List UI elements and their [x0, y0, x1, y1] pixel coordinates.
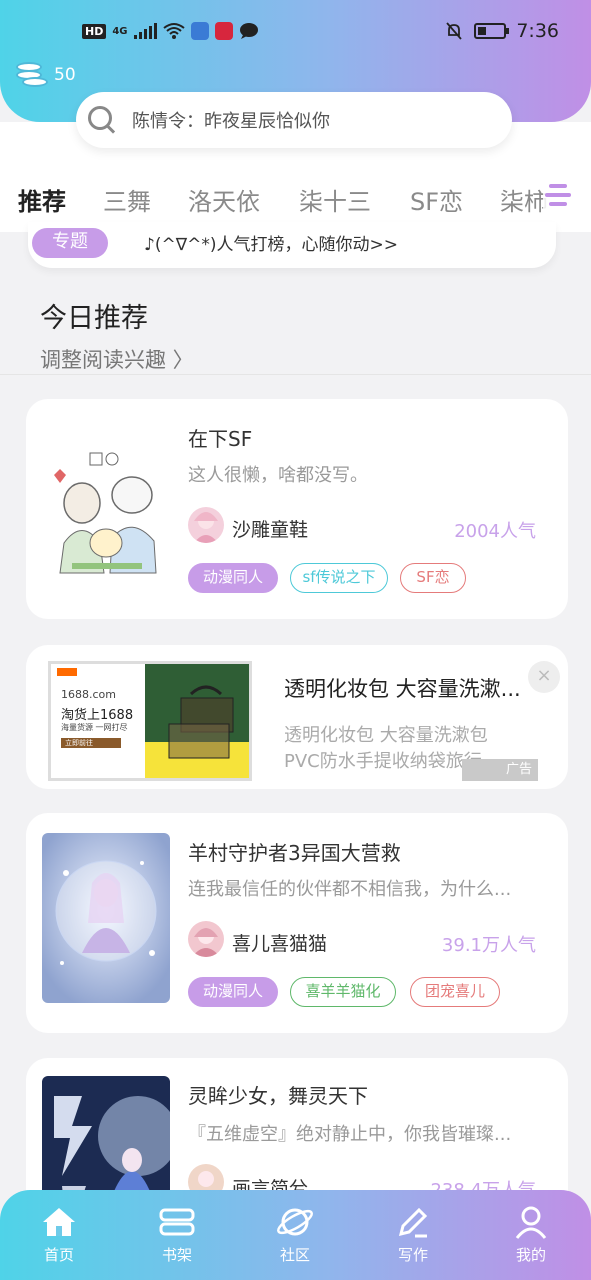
category-tabs: 推荐 三舞 洛天依 柒十三 SF恋 柒柿 [0, 170, 591, 230]
tag[interactable]: 动漫同人 [188, 977, 278, 1007]
popularity: 2004人气 [454, 521, 536, 542]
topic-badge: 专题 [32, 228, 108, 258]
ad-image-button: 立即前往 [61, 738, 121, 748]
ad-image: 1688.com 淘货上1688 海量货源 一网打尽 立即前往 [48, 661, 252, 781]
pen-icon [398, 1207, 428, 1238]
music-app-icon [190, 22, 209, 40]
search-bar[interactable]: 陈情令：昨夜星辰恰似你 [76, 92, 512, 148]
book-description: 连我最信任的伙伴都不相信我，为什么... [188, 879, 512, 900]
tab-sanwu[interactable]: 三舞 [103, 182, 151, 217]
tab-qishisan[interactable]: 柒十三 [299, 182, 371, 217]
divider [0, 374, 591, 375]
mute-bell-icon [446, 22, 463, 40]
signal-icon [133, 23, 157, 39]
nav-label: 首页 [43, 1246, 74, 1264]
tag[interactable]: 喜羊羊猫化 [290, 977, 396, 1007]
book-cover [42, 833, 170, 1003]
planet-icon [277, 1208, 313, 1236]
user-icon [515, 1206, 547, 1239]
section-title: 今日推荐 [40, 303, 148, 334]
nav-label: 社区 [279, 1246, 310, 1264]
ad-badge: 广告 [462, 759, 538, 781]
ad-image-subline: 海量货源 一网打尽 [61, 723, 128, 732]
tab-qishi[interactable]: 柒柿 [500, 182, 548, 217]
coin-balance[interactable]: 50 [14, 60, 76, 90]
book-title: 在下SF [188, 427, 253, 451]
author-name: 喜儿喜猫猫 [232, 933, 328, 955]
nav-profile[interactable]: 我的 [491, 1202, 571, 1265]
tag[interactable]: sf传说之下 [290, 563, 388, 593]
bottom-navigation: 首页 书架 社区 写作 我的 [0, 1190, 591, 1280]
nav-bookshelf[interactable]: 书架 [137, 1202, 217, 1265]
search-input[interactable]: 陈情令：昨夜星辰恰似你 [132, 107, 330, 133]
ad-card[interactable]: 1688.com 淘货上1688 海量货源 一网打尽 立即前往 透明化妆包 大容… [26, 645, 568, 789]
tab-sf-love[interactable]: SF恋 [410, 182, 463, 217]
tag[interactable]: SF恋 [400, 563, 466, 593]
nav-write[interactable]: 写作 [373, 1202, 453, 1265]
wifi-icon [162, 23, 185, 39]
tag[interactable]: 团宠喜儿 [410, 977, 500, 1007]
bookshelf-icon [159, 1208, 195, 1236]
book-description: 这人很懒，啥都没写。 [188, 465, 368, 486]
author-name: 沙雕童鞋 [232, 519, 309, 541]
status-bar: HD 4G 7:36 [0, 14, 591, 54]
menu-icon[interactable] [543, 180, 573, 210]
avatar [188, 921, 224, 957]
book-description: 『五维虚空』绝对静止中，你我皆璀璨... [188, 1124, 512, 1145]
book-card[interactable]: 在下SF 这人很懒，啥都没写。 沙雕童鞋 2004人气 动漫同人 sf传说之下 … [26, 399, 568, 619]
topic-text: ♪(^∇^*)人气打榜，心随你动>> [144, 235, 398, 255]
ad-title: 透明化妆包 大容量洗漱... [284, 677, 521, 701]
coins-icon [14, 60, 48, 90]
tab-luotianyi[interactable]: 洛天依 [188, 182, 260, 217]
popularity: 39.1万人气 [441, 935, 536, 956]
ad-image-domain: 1688.com [61, 688, 116, 701]
search-icon [86, 104, 118, 136]
ad-description-line1: 透明化妆包 大容量洗漱包 [284, 725, 488, 746]
tag[interactable]: 动漫同人 [188, 563, 278, 593]
nav-home[interactable]: 首页 [19, 1202, 99, 1265]
tab-recommend[interactable]: 推荐 [18, 182, 66, 217]
book-title: 灵眸少女，舞灵天下 [188, 1084, 368, 1108]
avatar [188, 507, 224, 543]
coin-count: 50 [54, 65, 76, 85]
app-notification-icon [214, 22, 233, 40]
message-icon [239, 23, 258, 39]
adjust-interest-link[interactable]: 调整阅读兴趣 〉 [40, 344, 194, 374]
nav-community[interactable]: 社区 [255, 1202, 335, 1265]
book-card[interactable]: 羊村守护者3异国大营救 连我最信任的伙伴都不相信我，为什么... 喜儿喜猫猫 3… [26, 813, 568, 1033]
book-title: 羊村守护者3异国大营救 [188, 841, 401, 865]
home-icon [43, 1208, 75, 1236]
network-label: 4G [112, 25, 128, 37]
battery-icon [474, 23, 510, 39]
clock: 7:36 [516, 20, 559, 42]
nav-label: 书架 [161, 1246, 192, 1264]
hd-indicator: HD [82, 23, 107, 39]
ad-image-headline: 淘货上1688 [61, 708, 134, 723]
nav-label: 我的 [515, 1246, 546, 1264]
close-icon[interactable]: × [528, 661, 560, 693]
book-cover [42, 423, 170, 593]
topic-banner[interactable]: 专题 ♪(^∇^*)人气打榜，心随你动>> [28, 222, 556, 268]
nav-label: 写作 [397, 1246, 428, 1264]
